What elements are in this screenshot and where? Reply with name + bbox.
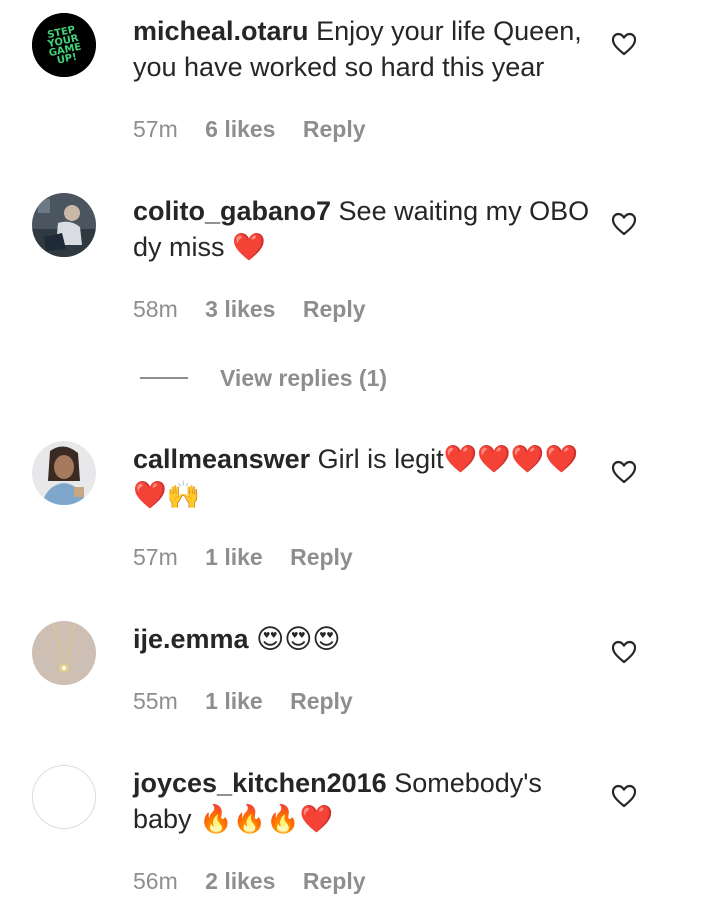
comment-time: 57m [133,544,178,570]
comment-time: 56m [133,868,178,894]
like-heart-icon[interactable] [611,32,637,56]
view-replies-button[interactable]: View replies (1) [140,362,387,394]
comment-meta: 58m 3 likes Reply [133,296,387,323]
comment-text: callmeanswer Girl is legit❤️❤️❤️❤️❤️🙌 [133,441,593,513]
like-heart-icon[interactable] [611,460,637,484]
comment-time: 58m [133,296,178,322]
avatar[interactable] [32,193,96,257]
comment-likes[interactable]: 1 like [205,544,263,570]
avatar[interactable] [32,441,96,505]
avatar-photo [32,441,96,505]
comment-username[interactable]: joyces_kitchen2016 [133,768,387,798]
avatar-photo [32,621,96,685]
like-heart-icon[interactable] [611,212,637,236]
comment-username[interactable]: ije.emma [133,624,249,654]
view-replies-label[interactable]: View replies (1) [220,365,387,392]
reply-button[interactable]: Reply [303,116,366,142]
comment-username[interactable]: micheal.otaru [133,16,309,46]
comment-likes[interactable]: 3 likes [205,296,275,322]
step-your-game-up-logo: STEP YOUR GAME UP! [32,13,96,77]
comment-text: ije.emma 😍😍😍 [133,621,593,657]
comment-meta: 55m 1 like Reply [133,688,374,715]
comment-text: colito_gabano7 See waiting my OBO dy mis… [133,193,593,265]
comment-likes[interactable]: 6 likes [205,116,275,142]
like-heart-icon[interactable] [611,784,637,808]
avatar[interactable] [32,765,96,829]
comment-text: joyces_kitchen2016 Somebody's baby 🔥🔥🔥❤️ [133,765,593,837]
comment-meta: 57m 1 like Reply [133,544,374,571]
reply-button[interactable]: Reply [290,688,353,714]
comment-likes[interactable]: 1 like [205,688,263,714]
comment-text: micheal.otaru Enjoy your life Queen, you… [133,13,593,85]
comment-body: 😍😍😍 [256,624,341,654]
comment-likes[interactable]: 2 likes [205,868,275,894]
comment-meta: 57m 6 likes Reply [133,116,387,143]
comment-username[interactable]: callmeanswer [133,444,310,474]
view-replies-divider [140,377,188,379]
comment-time: 57m [133,116,178,142]
avatar-blank [33,766,95,828]
reply-button[interactable]: Reply [290,544,353,570]
reply-button[interactable]: Reply [303,868,366,894]
comment-time: 55m [133,688,178,714]
reply-button[interactable]: Reply [303,296,366,322]
avatar-photo [32,193,96,257]
avatar[interactable]: STEP YOUR GAME UP! [32,13,96,77]
comment-meta: 56m 2 likes Reply [133,868,387,895]
avatar[interactable] [32,621,96,685]
like-heart-icon[interactable] [611,640,637,664]
comment-username[interactable]: colito_gabano7 [133,196,331,226]
